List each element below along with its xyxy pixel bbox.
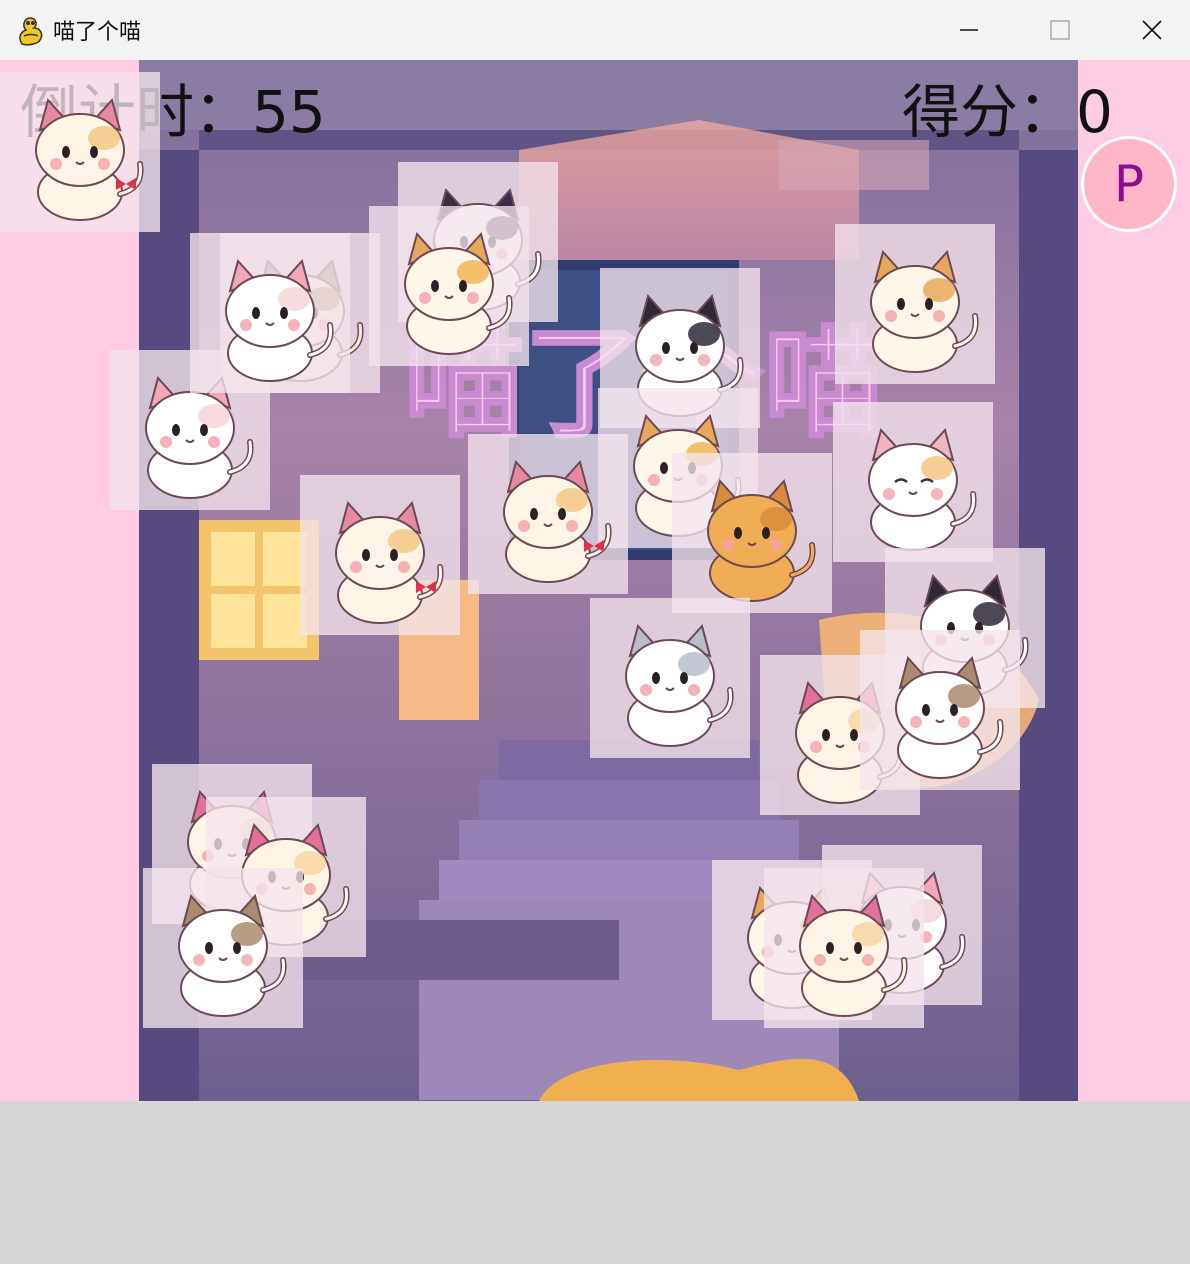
calico-orange-cat-icon [870,249,979,373]
game-area: 喵了个喵 倒计时：55 得分：0 P [0,60,1190,1101]
score-value: 0 [1076,78,1113,146]
countdown-value: 55 [252,78,326,146]
score-label: 得分： [902,78,1077,146]
sleepy-white-cat-icon [868,427,977,551]
pink-ear-cream-cat-icon [799,893,908,1017]
grey-white-cat-icon [625,623,734,747]
brown-white-cat-icon [178,893,287,1017]
window-title: 喵了个喵 [53,20,142,45]
maximize-icon [1050,20,1070,40]
white-cat-icon [225,258,334,382]
cat-tile-calico-orange-cat[interactable] [835,224,995,384]
cream-cat-red-bow-icon [35,97,144,221]
calico-sitting-cat-icon [404,231,513,355]
maximize-button[interactable] [1014,0,1106,60]
tile-tray [0,1101,1190,1264]
cat-tile-brown-white-cat[interactable] [143,868,303,1028]
window-titlebar: 喵了个喵 [0,0,1190,60]
pause-button-label: P [1113,155,1145,213]
pygame-snake-icon [16,14,46,46]
minimize-icon [960,29,978,31]
cat-tile-cream-cat-red-bow[interactable] [0,72,160,232]
cat-tile-calico-sitting-cat[interactable] [369,206,529,366]
close-icon [1142,20,1162,40]
brown-white-cat-icon [895,655,1004,779]
cat-tile-orange-cat[interactable] [672,453,832,613]
cat-tile-pink-ear-cream-cat[interactable] [764,868,924,1028]
cream-cat-red-bow-icon [335,500,444,624]
cat-tile-cream-cat-red-bow[interactable] [468,434,628,594]
orange-cat-icon [707,478,816,602]
cream-cat-red-bow-icon [503,459,612,583]
minimize-button[interactable] [923,0,1015,60]
cat-tile-brown-white-cat[interactable] [860,630,1020,790]
close-button[interactable] [1106,0,1190,60]
cat-tile-white-cat[interactable] [190,233,350,393]
cat-tile-grey-white-cat[interactable] [590,598,750,758]
cat-tile-cream-cat-red-bow[interactable] [300,475,460,635]
pause-button[interactable]: P [1081,136,1177,232]
score-display: 得分：0 [902,82,1113,142]
cat-tile-sleepy-white-cat[interactable] [833,402,993,562]
